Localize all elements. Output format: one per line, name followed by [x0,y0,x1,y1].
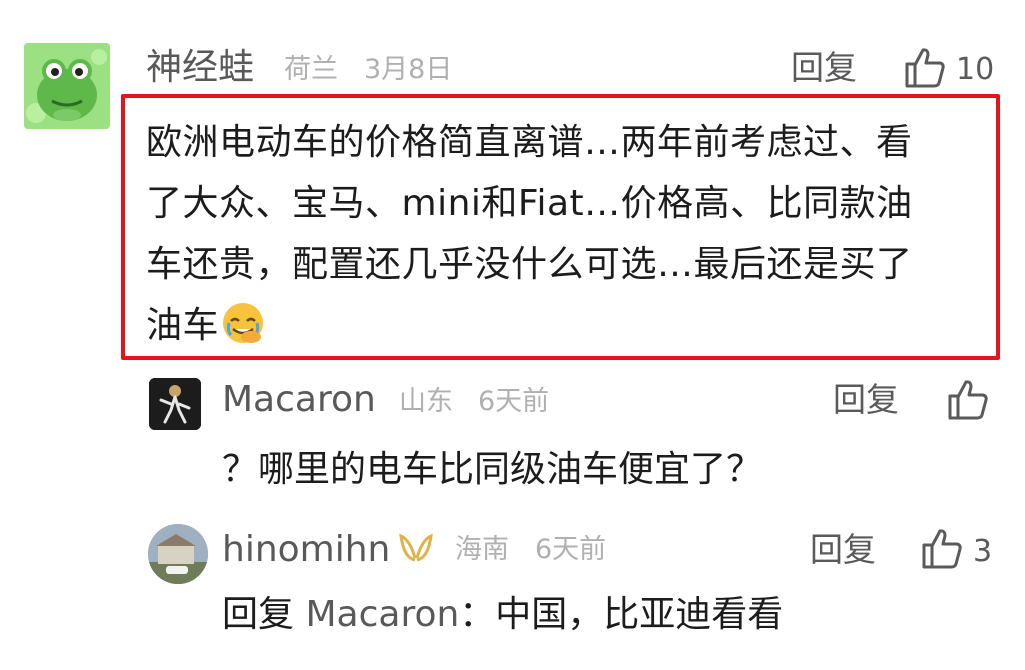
reply-author-name[interactable]: Macaron [222,378,376,422]
comment-author-name[interactable]: 神经蛙 [146,46,254,90]
like-count: 10 [956,52,995,87]
face-palm-emoji-icon [221,301,265,345]
comment-text-line-3: 车还贵，配置还几乎没什么可选…最后还是买了 [146,244,913,285]
reply-prefix: 回复 [222,594,295,635]
thumbs-up-icon [905,48,945,88]
house-photo-avatar-icon [148,524,208,584]
thumbs-up-icon [922,529,962,569]
reply-author-name[interactable]: hinomihn [222,528,390,572]
like-button[interactable] [920,527,964,575]
reply-body: ：中国，比亚迪看看 [459,594,784,635]
comment-location: 荷兰 [284,54,338,85]
reply-text: ？哪里的电车比同级油车便宜了？ [222,449,763,490]
comment-text-line-2: 了大众、宝马、mini和Fiat…价格高、比同款油 [146,183,913,224]
mention-link[interactable]: Macaron [305,594,459,635]
reply-time: 6天前 [535,534,607,565]
reply-button[interactable]: 回复 [810,530,876,570]
comment-date: 3月8日 [364,54,453,85]
like-button[interactable] [903,46,947,94]
comment-text-line-1: 欧洲电动车的价格简直离谱…两年前考虑过、看 [146,122,913,163]
reply-time: 6天前 [478,386,550,417]
comment-text-line-4: 油车 [146,305,220,346]
gold-wings-badge-icon [398,530,434,568]
frog-avatar-icon [24,43,110,129]
reply-text: 回复 Macaron：中国，比亚迪看看 [222,592,783,638]
avatar[interactable] [149,378,201,430]
reply-button[interactable]: 回复 [791,48,857,88]
avatar[interactable] [148,524,208,584]
comment-text: 欧洲电动车的价格简直离谱…两年前考虑过、看 了大众、宝马、mini和Fiat…价… [146,112,996,356]
like-count: 3 [973,534,993,569]
like-button[interactable] [946,378,990,426]
reply-location: 海南 [455,534,509,565]
avatar[interactable] [24,43,110,129]
thumbs-up-icon [948,380,988,420]
reply-location: 山东 [399,386,453,417]
reply-button[interactable]: 回复 [833,380,899,420]
dancer-avatar-icon [149,378,201,430]
